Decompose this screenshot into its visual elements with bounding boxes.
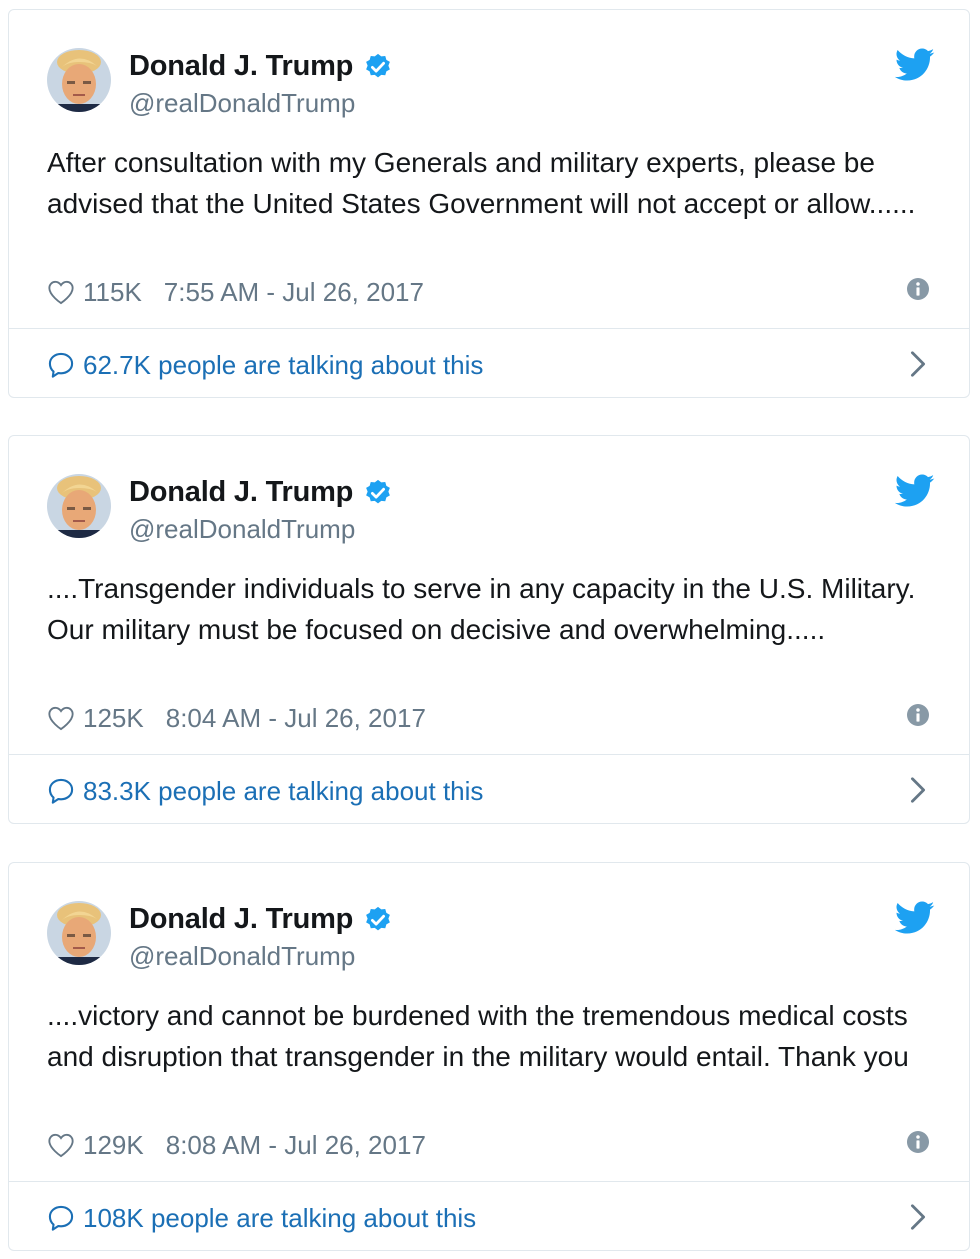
- talking-count[interactable]: 108K people are talking about this: [83, 1203, 476, 1234]
- user-name[interactable]: Donald J. Trump: [129, 476, 393, 509]
- like-count[interactable]: 115K: [83, 277, 142, 308]
- heart-icon[interactable]: [47, 1132, 75, 1158]
- tweet-text: After consultation with my Generals and …: [47, 147, 916, 219]
- tweet-text: ....Transgender individuals to serve in …: [47, 573, 916, 645]
- speech-bubble-icon: [48, 1205, 74, 1231]
- twitter-bird-icon[interactable]: [895, 901, 935, 935]
- verified-badge-icon: [366, 53, 391, 77]
- chevron-right-icon[interactable]: [909, 350, 927, 378]
- speech-bubble-icon: [48, 352, 74, 378]
- user-name[interactable]: Donald J. Trump: [129, 903, 393, 936]
- speech-bubble-icon: [48, 778, 74, 804]
- chevron-right-icon[interactable]: [909, 1203, 927, 1231]
- chevron-right-icon[interactable]: [909, 776, 927, 804]
- tweet-card[interactable]: Donald J. Trump @realDonaldTrump After c…: [8, 9, 970, 398]
- timestamp[interactable]: 7:55 AM - Jul 26, 2017: [164, 277, 424, 308]
- conversation-link[interactable]: 108K people are talking about this: [47, 1201, 937, 1235]
- heart-icon[interactable]: [47, 705, 75, 731]
- user-handle[interactable]: @realDonaldTrump: [129, 514, 355, 545]
- user-name[interactable]: Donald J. Trump: [129, 50, 393, 83]
- conversation-link[interactable]: 62.7K people are talking about this: [47, 348, 937, 382]
- talking-count[interactable]: 83.3K people are talking about this: [83, 776, 483, 807]
- user-handle[interactable]: @realDonaldTrump: [129, 88, 355, 119]
- timestamp[interactable]: 8:08 AM - Jul 26, 2017: [166, 1130, 426, 1161]
- conversation-link[interactable]: 83.3K people are talking about this: [47, 774, 937, 808]
- talking-count[interactable]: 62.7K people are talking about this: [83, 350, 483, 381]
- verified-badge-icon: [366, 906, 391, 930]
- tweet-meta: 129K 8:08 AM - Jul 26, 2017: [47, 1127, 937, 1163]
- user-handle[interactable]: @realDonaldTrump: [129, 941, 355, 972]
- twitter-bird-icon[interactable]: [895, 48, 935, 82]
- twitter-bird-icon[interactable]: [895, 474, 935, 508]
- user-name-text[interactable]: Donald J. Trump: [129, 903, 353, 936]
- tweet-meta: 115K 7:55 AM - Jul 26, 2017: [47, 274, 937, 310]
- like-count[interactable]: 129K: [83, 1130, 144, 1161]
- avatar[interactable]: [47, 48, 111, 112]
- timestamp[interactable]: 8:04 AM - Jul 26, 2017: [166, 703, 426, 734]
- like-count[interactable]: 125K: [83, 703, 144, 734]
- divider: [9, 328, 969, 329]
- avatar[interactable]: [47, 474, 111, 538]
- info-icon[interactable]: [907, 278, 929, 300]
- tweet-meta: 125K 8:04 AM - Jul 26, 2017: [47, 700, 937, 736]
- info-icon[interactable]: [907, 1131, 929, 1153]
- divider: [9, 1181, 969, 1182]
- avatar[interactable]: [47, 901, 111, 965]
- verified-badge-icon: [366, 479, 391, 503]
- info-icon[interactable]: [907, 704, 929, 726]
- user-name-text[interactable]: Donald J. Trump: [129, 476, 353, 509]
- user-name-text[interactable]: Donald J. Trump: [129, 50, 353, 83]
- tweet-text: ....victory and cannot be burdened with …: [47, 1000, 909, 1072]
- tweet-card[interactable]: Donald J. Trump @realDonaldTrump ....Tra…: [8, 435, 970, 824]
- tweet-card[interactable]: Donald J. Trump @realDonaldTrump ....vic…: [8, 862, 970, 1251]
- divider: [9, 754, 969, 755]
- heart-icon[interactable]: [47, 279, 75, 305]
